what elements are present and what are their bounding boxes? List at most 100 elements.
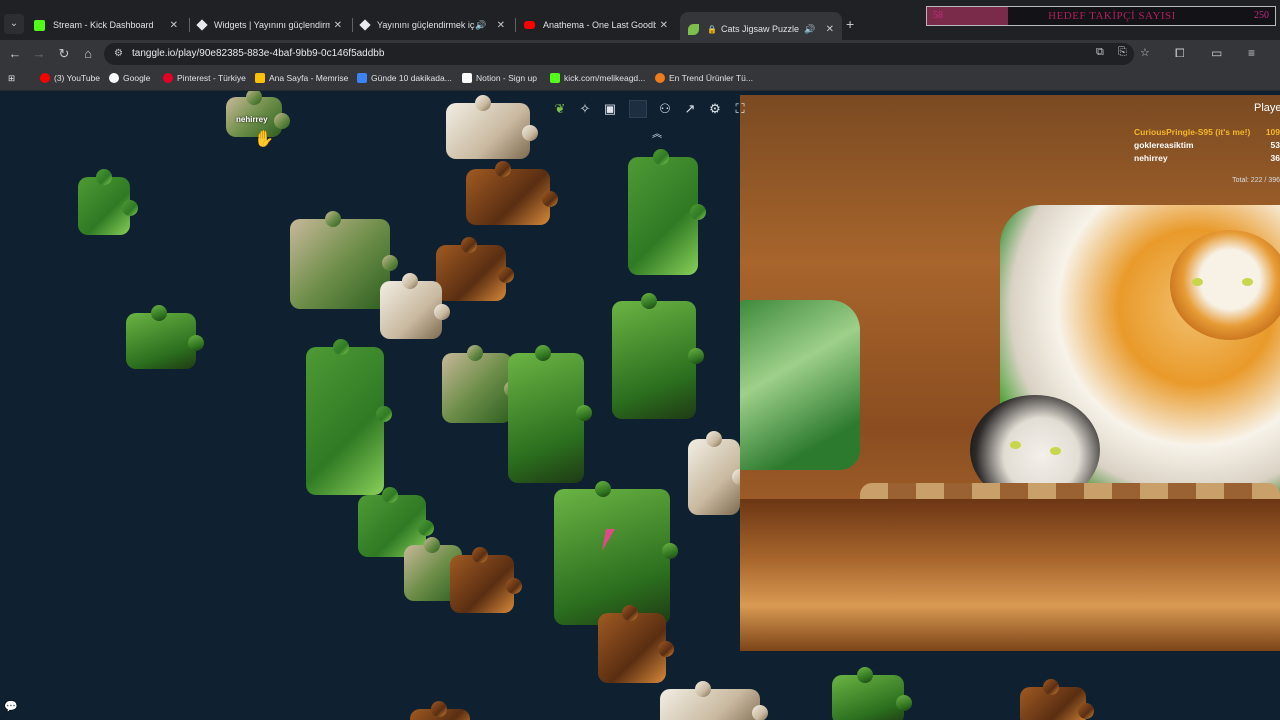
close-icon[interactable]: ✕ xyxy=(826,24,834,35)
side-panel-icon[interactable]: ▭ xyxy=(1211,46,1222,60)
menu-icon[interactable]: ≡ xyxy=(1248,46,1255,60)
kick-icon xyxy=(550,73,560,83)
player-score: 36 xyxy=(1270,153,1280,163)
puzzle-piece[interactable] xyxy=(410,701,470,720)
follower-count: 58 xyxy=(933,10,943,21)
share-icon[interactable]: ↗ xyxy=(678,98,702,120)
tab-title: Yayınını güçlendirmek için ... xyxy=(377,20,475,30)
puzzle-piece[interactable] xyxy=(832,667,912,720)
pieces-total: Total: 222 / 396 xyxy=(1232,177,1280,184)
google-icon xyxy=(109,73,119,83)
players-heading: Playe xyxy=(1254,102,1280,114)
pieces-icon[interactable]: ✧ xyxy=(573,98,597,120)
close-icon[interactable]: ✕ xyxy=(660,20,668,31)
close-icon[interactable]: ✕ xyxy=(170,20,178,31)
tab-kick-dashboard[interactable]: Stream - Kick Dashboard ✕ xyxy=(26,12,186,38)
translate-icon[interactable]: ⧉ xyxy=(1096,46,1104,59)
bookmark-label: kick.com/melikeagd... xyxy=(564,73,646,83)
browser-toolbar: ← → ↻ ⌂ ⚙ tanggle.io/play/90e82385-883e-… xyxy=(0,40,1280,68)
cat-eye xyxy=(1010,441,1021,449)
tab-widgets[interactable]: Widgets | Yayınını güçlendirme ✕ xyxy=(190,12,350,38)
player-name: CuriousPringle-S95 (it's me!) xyxy=(1134,127,1251,137)
background-color-button[interactable] xyxy=(629,100,647,118)
bookmark-label: (3) YouTube xyxy=(54,73,100,83)
follower-goal-target: 250 xyxy=(1254,10,1269,21)
widget-icon xyxy=(359,19,371,31)
puzzle-piece[interactable] xyxy=(446,95,538,159)
home-icon[interactable]: ⌂ xyxy=(80,46,96,62)
puzzle-piece[interactable] xyxy=(598,605,674,683)
puzzle-piece[interactable] xyxy=(442,345,520,423)
bookmark-pinterest[interactable]: Pinterest - Türkiye xyxy=(163,73,246,83)
puzzle-piece[interactable] xyxy=(290,211,398,309)
forward-icon[interactable]: → xyxy=(31,46,47,62)
back-icon[interactable]: ← xyxy=(7,46,23,62)
puzzle-piece[interactable] xyxy=(126,305,204,369)
bookmark-youtube[interactable]: (3) YouTube xyxy=(40,73,100,83)
speaker-icon[interactable]: 🔊 xyxy=(475,20,486,31)
puzzle-piece[interactable] xyxy=(306,339,392,495)
extensions-icon[interactable]: ⧠ xyxy=(1175,46,1185,61)
puzzle-piece[interactable] xyxy=(466,161,558,225)
tab-widgets-2[interactable]: Yayınını güçlendirmek için ... 🔊 ✕ xyxy=(353,12,513,38)
tab-anathema[interactable]: Anathema - One Last Goodbye ✕ xyxy=(516,12,676,38)
star-icon[interactable]: ☆ xyxy=(1140,46,1150,59)
player-score: 109 xyxy=(1265,127,1280,137)
settings-icon[interactable]: ⚙ xyxy=(703,98,727,120)
collapse-toolbar-icon[interactable]: ︽ xyxy=(652,125,662,140)
tab-title: Cats Jigsaw Puzzle xyxy=(720,24,799,34)
puzzle-piece[interactable] xyxy=(1020,679,1094,720)
puzzle-canvas[interactable]: ❦ ✧ ▣ ⚇ ↗ ⚙ ⛶ ︽ nehirrey ✋ Playe Curious… xyxy=(0,91,1280,720)
follower-goal-widget: 58 HEDEF TAKİPÇİ SAYISI 250 xyxy=(926,6,1276,26)
apps-icon[interactable]: ⊞ xyxy=(8,73,15,84)
bookmark-trendyol[interactable]: En Trend Ürünler Tü... xyxy=(655,73,753,83)
close-icon[interactable]: ✕ xyxy=(497,20,505,31)
bookmark-gunde[interactable]: Günde 10 dakikada... xyxy=(357,73,452,83)
close-icon[interactable]: ✕ xyxy=(334,20,342,31)
address-bar[interactable]: ⚙ tanggle.io/play/90e82385-883e-4baf-9bb… xyxy=(104,43,1134,65)
puzzle-piece[interactable] xyxy=(450,547,522,613)
image-preview-icon[interactable]: ▣ xyxy=(598,98,622,120)
widget-icon xyxy=(196,19,208,31)
memrise-icon xyxy=(255,73,265,83)
puzzle-piece[interactable] xyxy=(436,237,514,301)
fullscreen-icon[interactable]: ⛶ xyxy=(728,98,752,120)
orange-cat-region xyxy=(1170,230,1280,340)
cat-eye xyxy=(1242,278,1253,286)
puzzle-piece[interactable] xyxy=(78,169,138,235)
address-bar-url[interactable]: tanggle.io/play/90e82385-883e-4baf-9bb9-… xyxy=(132,43,384,65)
puzzle-piece[interactable] xyxy=(380,273,450,339)
puzzle-board[interactable] xyxy=(740,95,1280,651)
puzzle-piece[interactable] xyxy=(612,293,704,419)
tanggle-icon xyxy=(688,23,699,35)
chat-icon[interactable]: 💬 xyxy=(4,700,18,714)
puzzle-piece[interactable] xyxy=(660,681,768,720)
bookmark-google[interactable]: Google xyxy=(109,73,150,83)
game-toolbar: ❦ ✧ ▣ ⚇ ↗ ⚙ ⛶ xyxy=(548,97,753,121)
tab-title: Widgets | Yayınını güçlendirme xyxy=(214,20,330,30)
players-icon[interactable]: ⚇ xyxy=(653,98,677,120)
bookmark-icon xyxy=(357,73,367,83)
bookmark-kick[interactable]: kick.com/melikeagd... xyxy=(550,73,645,83)
puzzle-piece[interactable] xyxy=(554,481,678,625)
reload-icon[interactable]: ↻ xyxy=(56,46,72,62)
puzzle-piece[interactable] xyxy=(508,345,592,483)
tab-search-button[interactable]: ⌄ xyxy=(4,14,24,34)
bookmark-label: En Trend Ürünler Tü... xyxy=(669,73,753,83)
player-cursor-label: nehirrey xyxy=(236,115,268,124)
trendyol-icon xyxy=(655,73,665,83)
bookmark-memrise[interactable]: Ana Sayfa - Memrise xyxy=(255,73,348,83)
site-info-icon[interactable]: ⚙ xyxy=(114,48,126,60)
install-icon[interactable]: ⎘ xyxy=(1118,46,1127,59)
youtube-icon xyxy=(40,73,50,83)
tanggle-logo-icon[interactable]: ❦ xyxy=(548,98,572,120)
speaker-icon[interactable]: 🔊 xyxy=(804,24,815,35)
follower-goal-label: HEDEF TAKİPÇİ SAYISI xyxy=(1048,10,1176,22)
bookmark-label: Pinterest - Türkiye xyxy=(177,73,246,83)
kick-icon xyxy=(34,19,45,31)
bookmark-notion[interactable]: Notion - Sign up xyxy=(462,73,537,83)
puzzle-piece[interactable] xyxy=(628,149,706,275)
cat-eye xyxy=(1050,447,1061,455)
new-tab-button[interactable]: + xyxy=(846,16,854,32)
puzzle-piece[interactable] xyxy=(688,431,748,515)
